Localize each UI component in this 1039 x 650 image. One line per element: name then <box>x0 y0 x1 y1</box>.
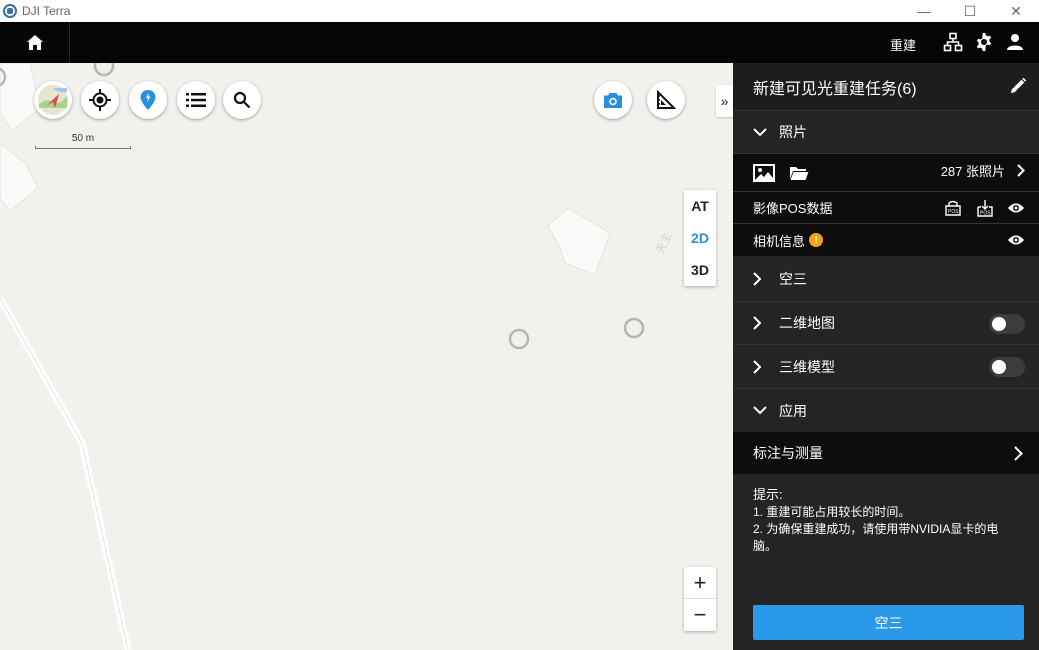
photo-count-label: 287 张照片 <box>940 163 1005 179</box>
photo-source-row: 287 张照片 <box>733 154 1039 192</box>
annotation-measure-row[interactable]: 标注与测量 <box>733 432 1039 474</box>
photos-section-header[interactable]: 照片 <box>733 111 1039 154</box>
map-point[interactable] <box>623 317 645 339</box>
photo-count-link[interactable]: 287 张照片 <box>941 154 1025 186</box>
pencil-icon <box>1011 77 1027 93</box>
chevron-down-icon <box>753 406 769 415</box>
at-section-header[interactable]: 空三 <box>733 256 1039 302</box>
camera-info-row: 相机信息 ! <box>733 224 1039 256</box>
photos-section-label: 照片 <box>779 124 807 140</box>
map-point[interactable] <box>93 63 115 77</box>
pos-data-label: 影像POS数据 <box>753 201 833 216</box>
road-label: 天主 <box>653 230 674 255</box>
window-controls: — ☐ ✕ <box>901 0 1039 22</box>
list-button[interactable] <box>177 81 215 119</box>
view-3d-button[interactable]: 3D <box>684 254 716 286</box>
map2d-section-header[interactable]: 二维地图 <box>733 302 1039 345</box>
tip-line: 2. 为确保重建成功，请使用带NVIDIA显卡的电脑。 <box>753 522 999 553</box>
map2d-toggle[interactable] <box>989 314 1025 334</box>
view-at-button[interactable]: AT <box>684 190 716 222</box>
pos-export-button[interactable]: POS <box>975 199 995 217</box>
view-2d-button[interactable]: 2D <box>684 222 716 254</box>
chevron-right-icon <box>753 271 769 286</box>
locate-button[interactable] <box>81 81 119 119</box>
start-at-button[interactable]: 空三 <box>753 605 1024 640</box>
apply-section-header[interactable]: 应用 <box>733 389 1039 432</box>
pos-import-icon: POS <box>945 200 961 216</box>
folder-open-icon <box>790 166 809 180</box>
photos-section-body: 287 张照片 影像POS数据 POS POS 相机信息 ! <box>733 154 1039 256</box>
edit-title-button[interactable] <box>1009 77 1027 100</box>
tips-title: 提示: <box>753 487 783 502</box>
task-panel: 新建可见光重建任务(6) 照片 287 张照片 影像POS数据 POS POS … <box>733 63 1039 650</box>
model3d-section-label: 三维模型 <box>779 358 835 375</box>
settings-gear-icon[interactable] <box>974 32 994 52</box>
camera-info-label: 相机信息 <box>753 233 806 249</box>
map-pin-icon <box>140 90 156 110</box>
collapse-panel-button[interactable]: » <box>716 85 733 117</box>
window-title: DJI Terra <box>22 4 71 18</box>
rebuild-menu[interactable]: 重建 <box>890 35 916 54</box>
eye-icon <box>1008 203 1024 213</box>
home-button[interactable] <box>0 22 70 63</box>
chevron-right-icon <box>753 316 769 330</box>
annotation-measure-label: 标注与测量 <box>753 445 823 461</box>
image-icon <box>753 163 775 182</box>
title-bar: DJI Terra — ☐ ✕ <box>0 0 1039 22</box>
map-scale: 50 m <box>35 133 131 149</box>
zoom-out-button[interactable]: − <box>684 599 716 631</box>
scale-bar <box>35 146 131 149</box>
map-view[interactable]: 天主 50 m » AT 2D 3D + − <box>0 63 733 650</box>
map2d-section-label: 二维地图 <box>779 315 835 331</box>
map-features: 天主 <box>0 63 674 650</box>
apply-section-label: 应用 <box>779 402 807 419</box>
map-layer-icon <box>38 85 68 115</box>
map-point[interactable] <box>508 328 530 350</box>
svg-text:POS: POS <box>948 209 959 215</box>
screenshot-button[interactable] <box>594 81 632 119</box>
tip-line: 1. 重建可能占用较长的时间。 <box>753 505 911 519</box>
svg-text:POS: POS <box>980 210 991 216</box>
pos-data-row: 影像POS数据 POS POS <box>733 192 1039 224</box>
chevron-right-icon <box>1017 163 1025 177</box>
measure-tool-button[interactable] <box>647 81 685 119</box>
list-icon <box>186 93 206 107</box>
minimize-button[interactable]: — <box>901 0 947 22</box>
add-photos-button[interactable] <box>753 163 775 182</box>
search-icon <box>233 91 251 109</box>
search-button[interactable] <box>223 81 261 119</box>
model3d-section-header[interactable]: 三维模型 <box>733 345 1039 389</box>
tips-block: 提示: 1. 重建可能占用较长的时间。 2. 为确保重建成功，请使用带NVIDI… <box>733 474 1039 567</box>
top-nav: 重建 <box>0 22 1039 63</box>
chevron-down-icon <box>753 127 769 137</box>
warning-icon[interactable]: ! <box>809 233 824 247</box>
map-style-button[interactable] <box>34 81 72 119</box>
pos-download-icon: POS <box>977 199 993 217</box>
home-icon <box>26 35 43 50</box>
zoom-controls: + − <box>684 567 716 631</box>
user-icon[interactable] <box>1005 32 1025 52</box>
view-mode-toggle: AT 2D 3D <box>684 190 716 286</box>
crosshair-icon <box>89 89 111 111</box>
scale-label: 50 m <box>71 133 95 144</box>
chevron-right-icon <box>1014 446 1023 461</box>
camera-icon <box>604 92 622 108</box>
close-button[interactable]: ✕ <box>993 0 1039 22</box>
task-title: 新建可见光重建任务(6) <box>753 80 917 98</box>
pin-button[interactable] <box>129 81 167 119</box>
network-icon[interactable] <box>943 32 963 52</box>
app-logo-icon <box>3 4 17 18</box>
ruler-triangle-icon <box>657 90 676 109</box>
eye-icon <box>1008 235 1024 245</box>
zoom-in-button[interactable]: + <box>684 567 716 599</box>
chevron-right-icon <box>753 359 769 374</box>
at-section-label: 空三 <box>779 270 807 287</box>
camera-visibility-toggle[interactable] <box>1007 234 1025 246</box>
pos-import-button[interactable]: POS <box>943 200 963 216</box>
model3d-toggle[interactable] <box>989 357 1025 377</box>
panel-header: 新建可见光重建任务(6) <box>733 63 1039 111</box>
maximize-button[interactable]: ☐ <box>947 0 993 22</box>
add-folder-button[interactable] <box>789 165 809 181</box>
pos-visibility-toggle[interactable] <box>1007 202 1025 214</box>
